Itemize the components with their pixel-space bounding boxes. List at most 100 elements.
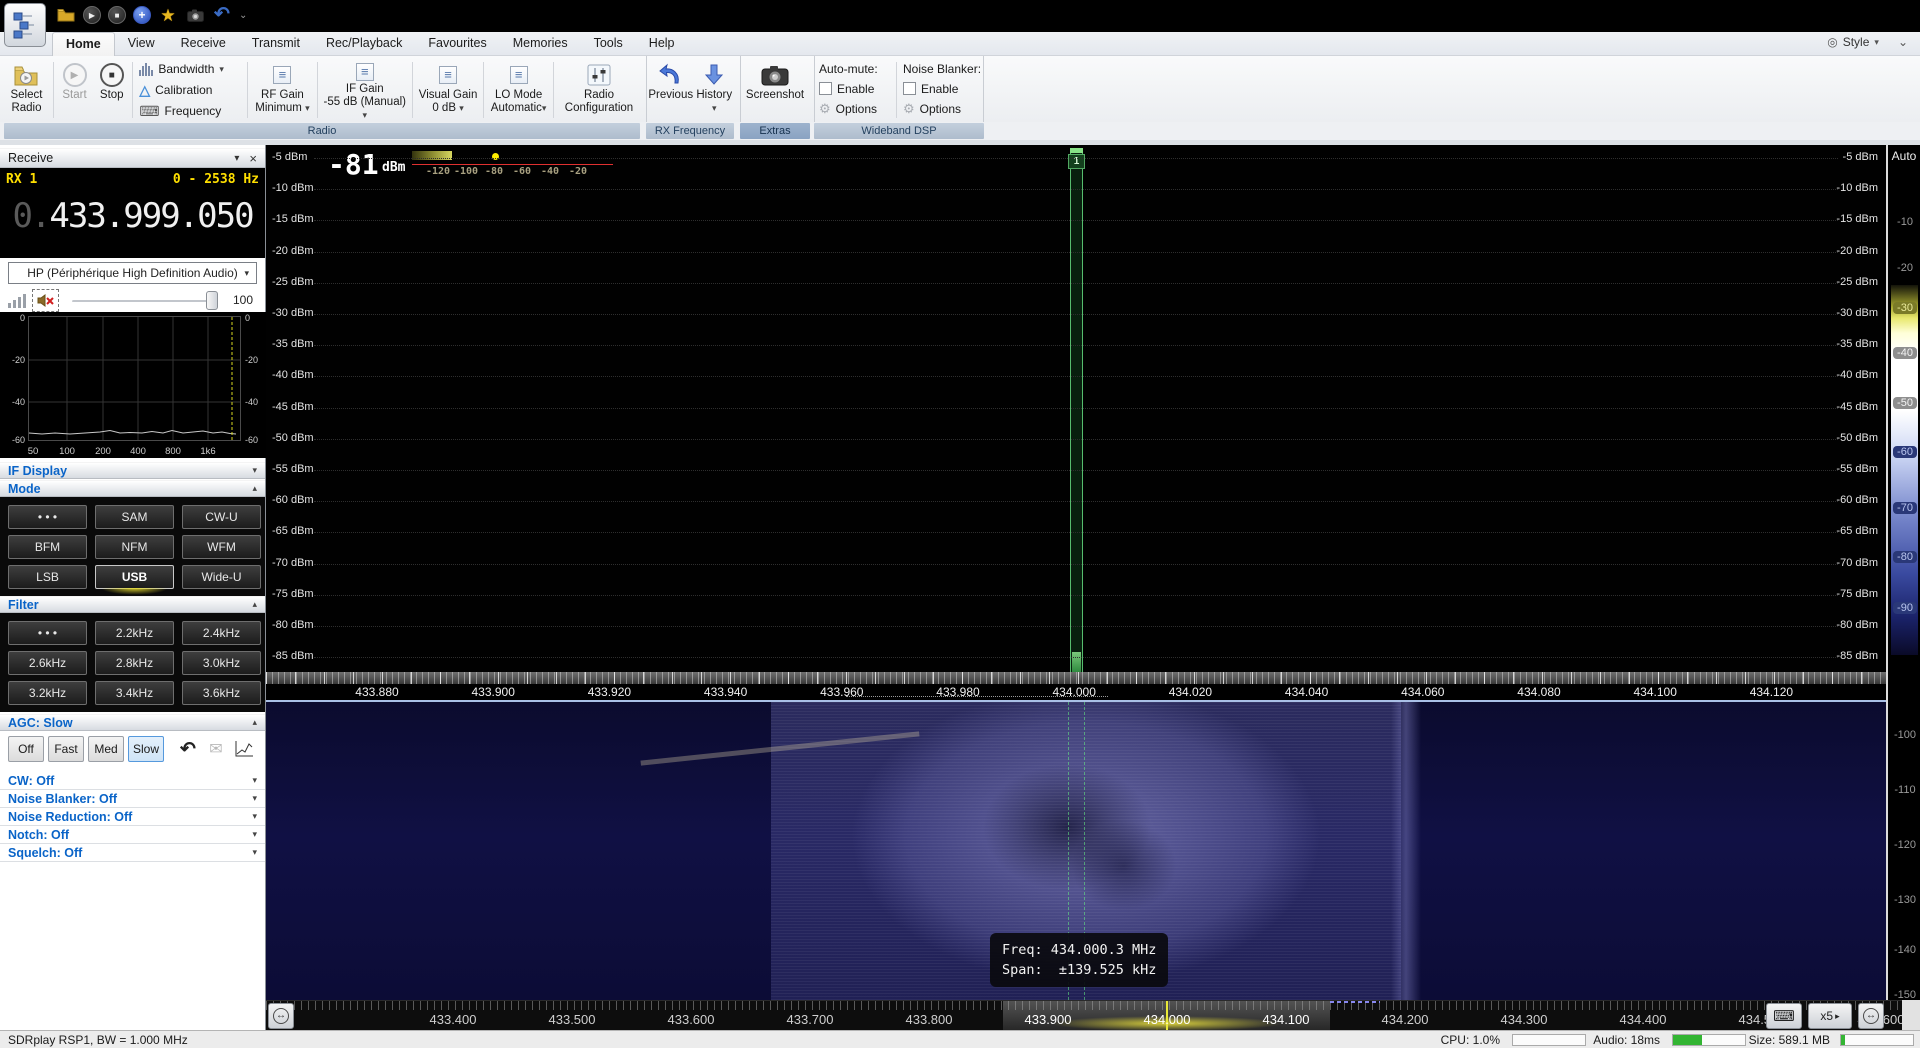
rx-marker-badge[interactable]: 1	[1068, 154, 1085, 169]
tab-transmit[interactable]: Transmit	[239, 32, 313, 56]
colour-scale-auto-toggle[interactable]: Auto	[1888, 149, 1920, 163]
tab-view[interactable]: View	[115, 32, 168, 56]
frequency-display[interactable]: RX 1 0 - 2538 Hz 0.433.999.050	[0, 168, 265, 258]
tab-tools[interactable]: Tools	[581, 32, 636, 56]
radio-configuration-button[interactable]: Radio Configuration	[556, 58, 642, 122]
qat-overflow-button[interactable]: ⌄	[239, 10, 247, 21]
checkbox-icon[interactable]	[903, 82, 916, 95]
spectrum-display[interactable]: -81 dBm 1 433.880433.900433.920433.94043…	[266, 145, 1886, 700]
history-arrow-icon	[705, 63, 723, 87]
mode-button-bfm[interactable]: BFM	[8, 535, 87, 559]
volume-slider-handle[interactable]	[206, 291, 218, 310]
select-radio-button[interactable]: Select Radio	[2, 58, 51, 122]
filter-button-2-4khz[interactable]: 2.4kHz	[182, 621, 261, 645]
mute-button[interactable]	[32, 289, 59, 312]
mode-button-wide-u[interactable]: Wide-U	[182, 565, 261, 589]
tab-home[interactable]: Home	[52, 32, 115, 56]
nav-pan-right-button[interactable]: ↔	[1858, 1003, 1884, 1029]
dsp-row-cw[interactable]: CW: Off▾	[0, 772, 265, 790]
filter-button-2-6khz[interactable]: 2.6kHz	[8, 651, 87, 675]
nav-keyboard-button[interactable]: ⌨	[1766, 1003, 1802, 1029]
dsp-row-notch[interactable]: Notch: Off▾	[0, 826, 265, 844]
tab-help[interactable]: Help	[636, 32, 688, 56]
noise-blanker-options[interactable]: ⚙Options	[903, 100, 979, 117]
play-button[interactable]: ▶	[83, 6, 101, 24]
calibration-button[interactable]: △ Calibration	[139, 81, 241, 99]
filter-button-3-0khz[interactable]: 3.0kHz	[182, 651, 261, 675]
mode-button-sam[interactable]: SAM	[95, 505, 174, 529]
agc-undo-button[interactable]: ↶	[176, 737, 200, 761]
frequency-button[interactable]: ⌨ Frequency	[139, 102, 241, 120]
tuned-signal-column[interactable]	[1070, 148, 1083, 672]
tab-memories[interactable]: Memories	[500, 32, 581, 56]
screenshot-button[interactable]: Screenshot	[741, 58, 809, 122]
agc-button-off[interactable]: Off	[8, 736, 44, 762]
mode-button-wfm[interactable]: WFM	[182, 535, 261, 559]
if-gain-button[interactable]: ≡ IF Gain -55 dB (Manual) ▾	[320, 58, 410, 122]
stop-button[interactable]: ■	[108, 6, 126, 24]
waterfall-navigation-bar[interactable]: 433.400433.500433.600433.700433.800433.9…	[266, 1000, 1902, 1030]
filter-header[interactable]: Filter ▴	[0, 596, 265, 613]
favourite-button[interactable]: ★	[158, 5, 178, 25]
volume-slider-track[interactable]	[72, 300, 218, 303]
undo-button[interactable]: ↶	[212, 5, 232, 25]
audio-device-select[interactable]: HP (Périphérique High Definition Audio) …	[8, 262, 257, 284]
colour-scale-gradient[interactable]	[1891, 285, 1918, 655]
group-label-wideband: Wideband DSP	[814, 123, 984, 139]
stop-button[interactable]: ■ Stop	[93, 58, 130, 122]
tab-rec-playback[interactable]: Rec/Playback	[313, 32, 415, 56]
collapse-ribbon-icon[interactable]: ⌄	[1898, 35, 1908, 49]
tab-receive[interactable]: Receive	[168, 32, 239, 56]
agc-button-med[interactable]: Med	[88, 736, 124, 762]
open-folder-button[interactable]	[56, 5, 76, 25]
auto-mute-options[interactable]: ⚙Options	[819, 100, 890, 117]
filter-button-3-2khz[interactable]: 3.2kHz	[8, 681, 87, 705]
dsp-row-noise-reduction[interactable]: Noise Reduction: Off▾	[0, 808, 265, 826]
filter-button-2-8khz[interactable]: 2.8kHz	[95, 651, 174, 675]
mode-header[interactable]: Mode ▴	[0, 480, 265, 497]
auto-mute-enable[interactable]: Enable	[819, 80, 890, 97]
dsp-row-noise-blanker[interactable]: Noise Blanker: Off▾	[0, 790, 265, 808]
filter-button-3-6khz[interactable]: 3.6kHz	[182, 681, 261, 705]
noise-blanker-enable[interactable]: Enable	[903, 80, 979, 97]
record-button[interactable]: +	[133, 6, 151, 24]
agc-envelope-button[interactable]: ✉	[204, 737, 228, 761]
spectrum-frequency-ruler[interactable]	[266, 672, 1886, 684]
mode-button-lsb[interactable]: LSB	[8, 565, 87, 589]
receive-panel-header[interactable]: Receive ▾ ×	[0, 148, 265, 168]
mode-button-usb[interactable]: USB	[95, 565, 174, 589]
mode-button-nfm[interactable]: NFM	[95, 535, 174, 559]
waterfall-colour-scale[interactable]: Auto -10-20-30-40-50-60-70-80-90-100-110…	[1886, 145, 1920, 1000]
agc-graph-button[interactable]	[232, 737, 256, 761]
tab-favourites[interactable]: Favourites	[415, 32, 499, 56]
nav-pan-left-button[interactable]: ↔	[268, 1003, 294, 1029]
waterfall-display[interactable]: Freq: 434.000.3 MHzSpan: ±139.525 kHz	[266, 702, 1886, 1000]
agc-button-slow[interactable]: Slow	[128, 736, 164, 762]
close-icon[interactable]: ×	[249, 151, 257, 166]
start-button[interactable]: ▶ Start	[56, 58, 93, 122]
previous-label: Previous	[648, 89, 693, 102]
agc-header[interactable]: AGC: Slow ▴	[0, 714, 265, 731]
nav-zoom-button[interactable]: x5▸	[1808, 1003, 1852, 1029]
previous-button[interactable]: Previous	[647, 58, 694, 122]
visual-gain-button[interactable]: ≡ Visual Gain 0 dB ▾	[415, 58, 482, 122]
screenshot-quick-button[interactable]	[185, 5, 205, 25]
agc-button-fast[interactable]: Fast	[48, 736, 84, 762]
mode-button-[interactable]: • • •	[8, 505, 87, 529]
panel-collapse-icon[interactable]: ▾	[234, 153, 239, 164]
checkbox-icon[interactable]	[819, 82, 832, 95]
filter-button-3-4khz[interactable]: 3.4kHz	[95, 681, 174, 705]
filter-button-[interactable]: • • •	[8, 621, 87, 645]
lo-mode-button[interactable]: ≡ LO Mode Automatic▾	[486, 58, 551, 122]
dsp-row-squelch[interactable]: Squelch: Off▾	[0, 844, 265, 862]
filter-button-2-2khz[interactable]: 2.2kHz	[95, 621, 174, 645]
mode-button-cw-u[interactable]: CW-U	[182, 505, 261, 529]
if-display-header[interactable]: IF Display ▾	[0, 462, 265, 479]
frequency-digits[interactable]: 0.433.999.050	[0, 196, 265, 236]
dbm-label-right: -20 dBm	[1836, 245, 1878, 257]
rf-gain-button[interactable]: ≡ RF Gain Minimum ▾	[250, 58, 315, 122]
history-button[interactable]: History ▾	[694, 58, 734, 122]
app-menu-button[interactable]	[4, 3, 46, 47]
style-menu[interactable]: ◎ Style ▾ ⌄	[1827, 35, 1908, 49]
bandwidth-button[interactable]: Bandwidth ▾	[139, 60, 241, 78]
